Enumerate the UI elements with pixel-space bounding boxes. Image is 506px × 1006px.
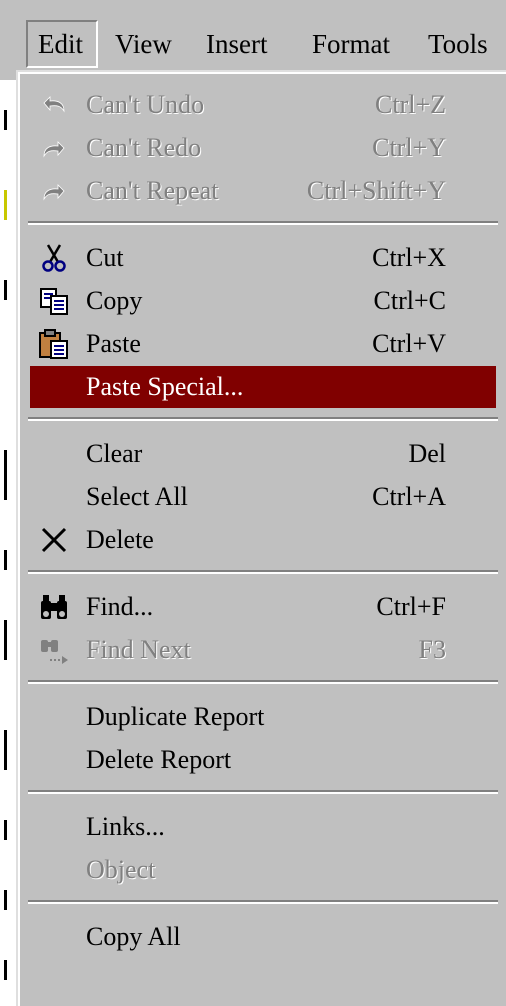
- menubar-item-edit[interactable]: Edit: [26, 20, 98, 68]
- menu-item-find[interactable]: Find... Ctrl+F: [30, 586, 496, 628]
- menu-item-paste[interactable]: Paste Ctrl+V: [30, 323, 496, 365]
- menu-item-can-t-repeat: Can't Repeat Ctrl+Shift+Y: [30, 170, 496, 212]
- menu-bar: Edit View Insert Format Tools: [0, 0, 506, 80]
- copy-icon: [38, 285, 70, 317]
- menu-item-shortcut: Del: [408, 439, 446, 468]
- background-gridline: [4, 190, 7, 220]
- menubar-item-label: Edit: [38, 29, 83, 59]
- menu-item-shortcut: Ctrl+A: [372, 482, 446, 511]
- menu-separator: [28, 221, 498, 225]
- menu-item-shortcut: Ctrl+Z: [375, 90, 446, 119]
- delete-x-icon: [38, 524, 70, 556]
- menu-separator: [28, 680, 498, 684]
- menu-item-shortcut: Ctrl+X: [372, 243, 446, 272]
- menu-item-label: Copy All: [86, 922, 181, 951]
- menu-item-shortcut: F3: [418, 635, 446, 664]
- find-next-icon: [38, 634, 70, 666]
- menu-item-delete[interactable]: Delete: [30, 519, 496, 561]
- menu-item-label: Delete Report: [86, 745, 232, 774]
- menu-item-label: Can't Undo: [86, 90, 205, 119]
- menu-item-label: Clear: [86, 439, 143, 468]
- menu-item-shortcut: Ctrl+V: [372, 329, 446, 358]
- menu-item-can-t-undo: Can't Undo Ctrl+Z: [30, 84, 496, 126]
- menu-item-can-t-redo: Can't Redo Ctrl+Y: [30, 127, 496, 169]
- menu-item-label: Paste: [86, 329, 141, 358]
- menu-item-shortcut: Ctrl+Shift+Y: [306, 176, 446, 205]
- menu-item-select-all[interactable]: Select All Ctrl+A: [30, 476, 496, 518]
- menu-item-label: Can't Repeat: [86, 176, 219, 205]
- redo-icon: [38, 132, 70, 164]
- menu-separator: [28, 900, 498, 904]
- menu-item-clear[interactable]: Clear Del: [30, 433, 496, 475]
- menu-item-links[interactable]: Links...: [30, 806, 496, 848]
- menu-item-label: Find Next: [86, 635, 191, 664]
- menubar-item-label: Format: [312, 29, 390, 59]
- binoculars-icon: [38, 591, 70, 623]
- menu-separator: [28, 570, 498, 574]
- menu-item-label: Links...: [86, 812, 165, 841]
- scissors-icon: [38, 242, 70, 274]
- menu-item-label: Object: [86, 855, 156, 884]
- menubar-item-format[interactable]: Format: [312, 20, 390, 68]
- menu-item-label: Paste Special...: [86, 372, 244, 401]
- menu-item-shortcut: Ctrl+C: [373, 286, 446, 315]
- background-gridline: [4, 820, 7, 840]
- application-window: Edit View Insert Format Tools Can't Undo…: [0, 0, 506, 1006]
- menu-item-paste-special[interactable]: Paste Special...: [30, 366, 496, 408]
- menu-item-label: Cut: [86, 243, 124, 272]
- menu-item-label: Copy: [86, 286, 143, 315]
- repeat-icon: [38, 175, 70, 207]
- menu-item-label: Find...: [86, 592, 154, 621]
- menu-item-copy[interactable]: Copy Ctrl+C: [30, 280, 496, 322]
- menu-item-label: Select All: [86, 482, 188, 511]
- menubar-item-view[interactable]: View: [115, 20, 172, 68]
- menu-item-shortcut: Ctrl+Y: [372, 133, 446, 162]
- background-gridline: [4, 890, 7, 910]
- background-window-strip: [0, 80, 16, 1006]
- menu-item-find-next: Find Next F3: [30, 629, 496, 671]
- menu-separator: [28, 417, 498, 421]
- menu-item-object: Object: [30, 849, 496, 891]
- background-gridline: [4, 110, 7, 130]
- menubar-item-label: Insert: [206, 29, 268, 59]
- undo-icon: [38, 89, 70, 121]
- menu-item-label: Can't Redo: [86, 133, 202, 162]
- background-gridline: [4, 960, 7, 980]
- edit-menu-dropdown: Can't Undo Ctrl+Z Can't Redo Ctrl+Y Can't Re…: [16, 70, 506, 1006]
- menu-item-shortcut: Ctrl+F: [376, 592, 446, 621]
- menu-item-cut[interactable]: Cut Ctrl+X: [30, 237, 496, 279]
- menu-item-label: Duplicate Report: [86, 702, 265, 731]
- menu-item-duplicate-report[interactable]: Duplicate Report: [30, 696, 496, 738]
- menu-item-label: Delete: [86, 525, 154, 554]
- menu-item-copy-all[interactable]: Copy All: [30, 916, 496, 958]
- background-gridline: [4, 620, 7, 660]
- background-gridline: [4, 450, 7, 500]
- paste-icon: [38, 328, 70, 360]
- menu-separator: [28, 790, 498, 794]
- background-gridline: [4, 280, 7, 300]
- menubar-item-tools[interactable]: Tools: [428, 20, 488, 68]
- background-gridline: [4, 730, 7, 770]
- menu-item-delete-report[interactable]: Delete Report: [30, 739, 496, 781]
- menubar-item-insert[interactable]: Insert: [206, 20, 267, 68]
- background-gridline: [4, 550, 7, 570]
- menubar-item-label: Tools: [428, 29, 488, 59]
- menubar-item-label: View: [115, 29, 172, 59]
